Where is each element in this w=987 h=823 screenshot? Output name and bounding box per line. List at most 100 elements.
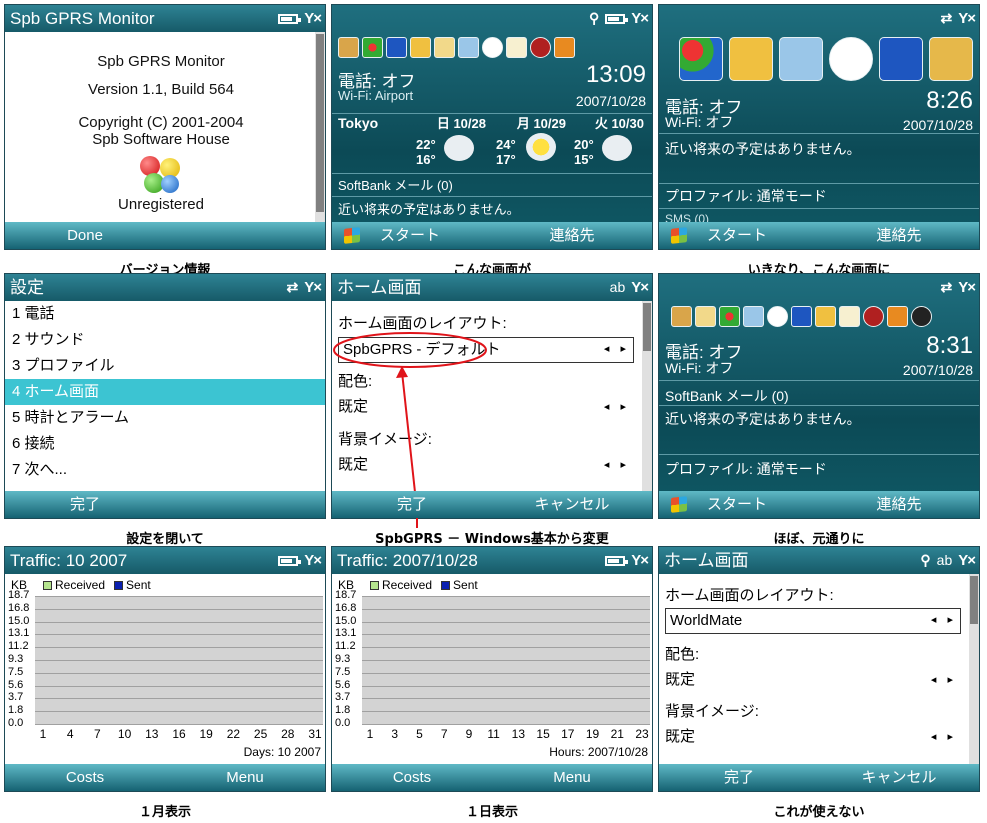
mail-status[interactable]: SoftBank メール (0) (338, 175, 453, 194)
y-tick-label: 15.0 (335, 615, 357, 627)
m-circle-icon[interactable] (482, 37, 503, 58)
plot-area (35, 596, 323, 725)
schedule-text[interactable]: 近い将来の予定はありません。 (665, 139, 861, 159)
gridline (35, 660, 323, 661)
spb-icon[interactable] (719, 306, 740, 327)
x-tick-label: 25 (253, 727, 268, 741)
spb-icon[interactable] (679, 37, 723, 81)
windows-flag-icon (344, 227, 360, 244)
gridline (35, 724, 323, 725)
document-icon[interactable] (839, 306, 860, 327)
windows-flag-icon (671, 227, 687, 244)
y-tick-label: 18.7 (8, 589, 30, 601)
scrollbar[interactable] (969, 574, 979, 766)
opera-icon[interactable] (530, 37, 551, 58)
y-tick-label: 15.0 (8, 615, 30, 627)
date: 2007/10/28 (902, 362, 973, 378)
spb-icon[interactable] (362, 37, 383, 58)
gridline (362, 673, 650, 674)
x-tick-label: 19 (585, 727, 600, 741)
start-button[interactable]: スタート (344, 222, 440, 249)
window-title: 設定 (10, 278, 44, 297)
x-tick-label: 19 (199, 727, 213, 741)
x-tick-label: 21 (610, 727, 624, 741)
ce-disk-icon[interactable] (879, 37, 923, 81)
title-bar: Spb GPRS Monitor Y× (5, 5, 325, 32)
schedule-text[interactable]: 近い将来の予定はありません。 (665, 409, 861, 429)
search-folder-icon[interactable] (695, 306, 716, 327)
disc-icon[interactable] (911, 306, 932, 327)
gridline (362, 686, 650, 687)
settings-item-clock-alarm[interactable]: 5 時計とアラーム (5, 405, 325, 431)
y-tick-label: 1.8 (8, 704, 24, 716)
contacts-button[interactable]: 連絡先 (492, 222, 652, 249)
battery-icon (278, 13, 302, 24)
copyright-text: Copyright (C) 2001-2004 (78, 114, 244, 131)
gear-icon[interactable] (338, 37, 359, 58)
start-button[interactable]: スタート (671, 491, 767, 518)
ce-disk-icon[interactable] (791, 306, 812, 327)
layout-select[interactable]: WorldMate (665, 608, 961, 634)
costs-button[interactable]: Costs (332, 764, 492, 791)
magnifier-icon[interactable] (779, 37, 823, 81)
profile-text[interactable]: プロファイル: 通常モード (665, 186, 827, 206)
magnifier-icon[interactable] (743, 306, 764, 327)
softkey-bar: 完了 キャンセル (332, 491, 652, 518)
start-button[interactable]: スタート (671, 222, 767, 249)
media-icon[interactable] (887, 306, 908, 327)
done-button[interactable]: 完了 (332, 491, 492, 518)
chart-footer: Days: 10 2007 (243, 745, 321, 759)
color-value[interactable]: 既定 (665, 668, 695, 689)
profile-text[interactable]: プロファイル: 通常モード (665, 459, 827, 479)
schedule-text[interactable]: 近い将来の予定はありません。 (338, 199, 520, 218)
date: 2007/10/28 (575, 93, 646, 109)
x-tick-label: 13 (511, 727, 526, 741)
done-button[interactable]: 完了 (659, 764, 819, 791)
search-folder-icon[interactable] (434, 37, 455, 58)
contacts-button[interactable]: 連絡先 (819, 491, 979, 518)
search-folder-icon[interactable] (729, 37, 773, 81)
mail-status[interactable]: SoftBank メール (0) (665, 386, 789, 406)
layout-arrows[interactable]: ◂ ▸ (931, 613, 957, 626)
settings-folder-icon[interactable] (929, 37, 973, 81)
settings-item-home-screen[interactable]: 4 ホーム画面 (5, 379, 325, 405)
settings-item-connection[interactable]: 6 接続 (5, 431, 325, 457)
scrollbar[interactable] (315, 32, 325, 224)
menu-button[interactable]: Menu (165, 764, 325, 791)
folder-icon[interactable] (410, 37, 431, 58)
magnifier-icon[interactable] (458, 37, 479, 58)
start-label: スタート (707, 227, 768, 244)
done-button[interactable]: 完了 (5, 491, 165, 518)
media-icon[interactable] (554, 37, 575, 58)
x-tick-label: 1 (366, 727, 374, 741)
title-bar: 設定 ⇄ Y× (5, 274, 325, 301)
gridline (362, 711, 650, 712)
settings-item-sound[interactable]: 2 サウンド (5, 327, 325, 353)
folder-icon[interactable] (815, 306, 836, 327)
sync-icon: ⇄ (940, 10, 953, 26)
document-icon[interactable] (506, 37, 527, 58)
settings-item-profile[interactable]: 3 プロファイル (5, 353, 325, 379)
cancel-button[interactable]: キャンセル (819, 764, 979, 791)
cancel-button[interactable]: キャンセル (492, 491, 652, 518)
contacts-button[interactable]: 連絡先 (819, 222, 979, 249)
color-arrows[interactable]: ◂ ▸ (931, 673, 957, 686)
x-tick-label: 11 (487, 727, 500, 741)
background-arrows[interactable]: ◂ ▸ (931, 730, 957, 743)
costs-button[interactable]: Costs (5, 764, 165, 791)
wifi-status: Wi-Fi: Airport (338, 88, 414, 103)
done-button[interactable]: Done (5, 222, 165, 249)
menu-button[interactable]: Menu (492, 764, 652, 791)
opera-icon[interactable] (863, 306, 884, 327)
y-tick-label: 3.7 (335, 691, 351, 703)
settings-item-next[interactable]: 7 次へ... (5, 457, 325, 483)
settings-item-phone[interactable]: 1 電話 (5, 301, 325, 327)
home-screen: ⇄ Y× 電話: オフ 8:31 Wi-Fi: オフ 2007/10/28 Sof… (658, 273, 980, 519)
ce-disk-icon[interactable] (386, 37, 407, 58)
weather-city: Tokyo (338, 115, 379, 131)
traffic-screen: Traffic: 2007/10/28 Y× KB Received Sent … (331, 546, 653, 792)
background-value[interactable]: 既定 (665, 725, 695, 746)
m-circle-icon[interactable] (767, 306, 788, 327)
gear-icon[interactable] (671, 306, 692, 327)
m-circle-icon[interactable] (829, 37, 873, 81)
